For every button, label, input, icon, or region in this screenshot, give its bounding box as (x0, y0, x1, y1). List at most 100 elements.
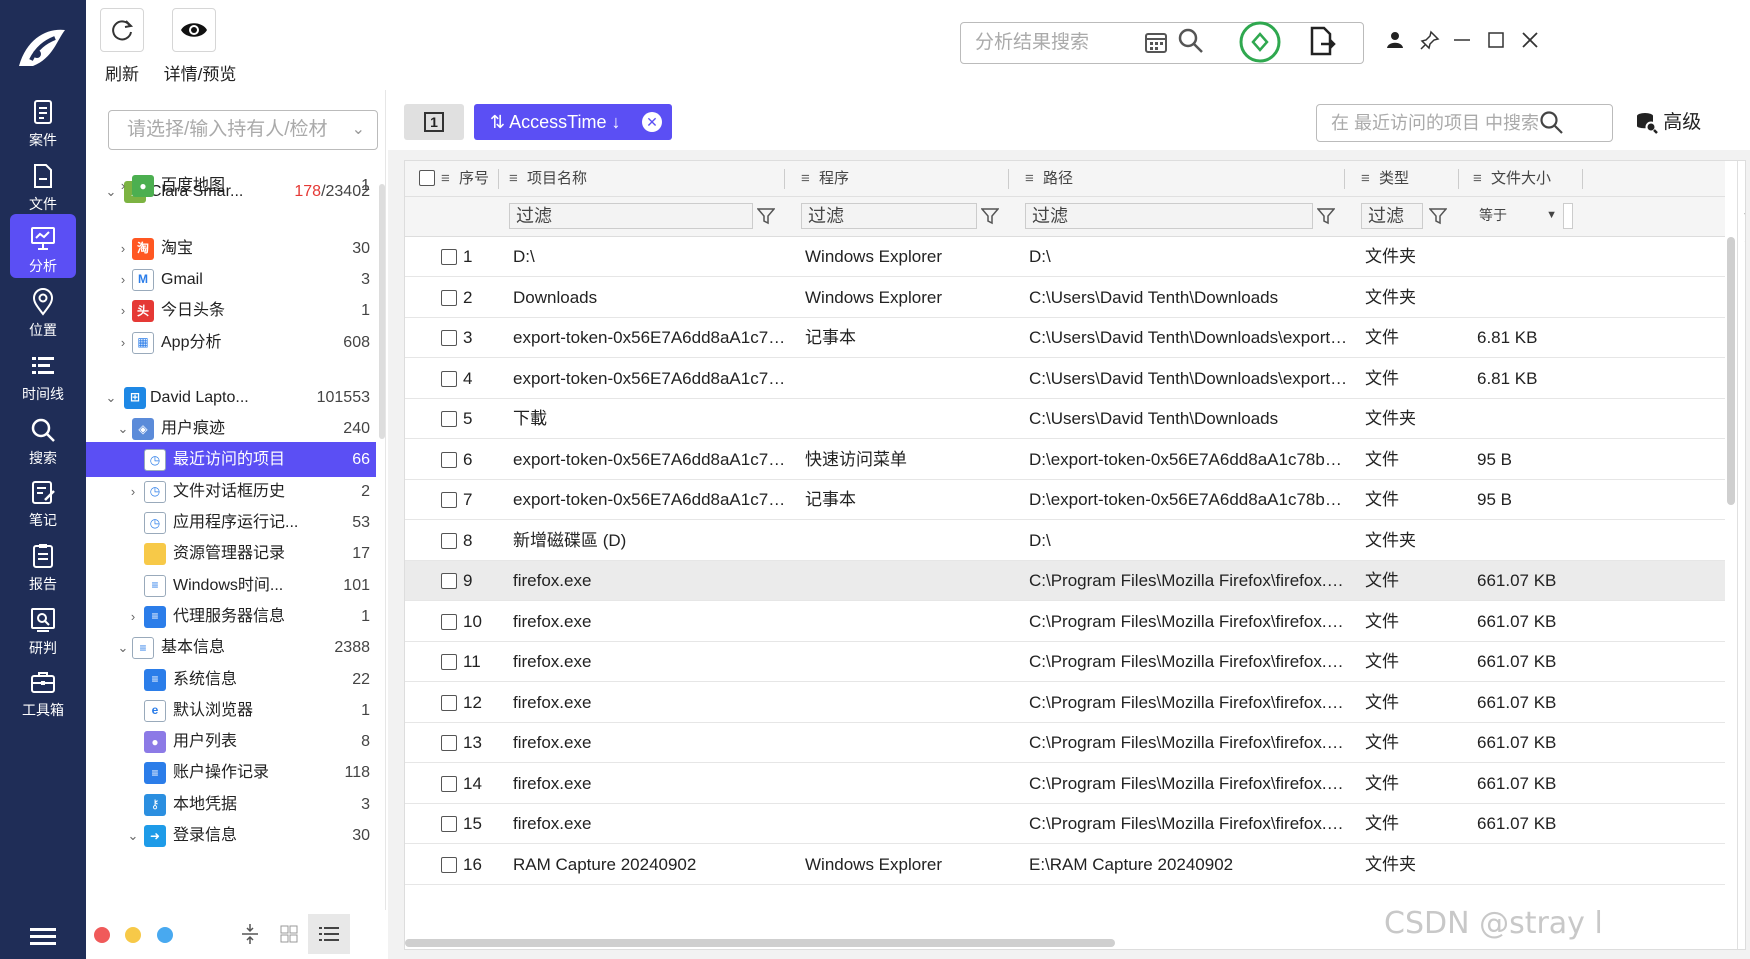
nav-item-analysis[interactable]: 分析 (10, 214, 76, 278)
grid-view-icon[interactable] (280, 925, 298, 943)
close-icon[interactable] (1522, 32, 1538, 48)
tree-item[interactable]: › 淘淘宝 30 (86, 231, 376, 266)
filter-type-input[interactable]: 过滤 (1361, 203, 1423, 229)
table-row[interactable]: 11 firefox.exe C:\Program Files\Mozilla Fi… (405, 642, 1725, 682)
table-row[interactable]: 12 firefox.exe C:\Program Files\Mozilla Fi… (405, 683, 1725, 723)
tree-item[interactable]: ⌄ ➜ 登录信息 30 (86, 818, 376, 853)
advanced-search-button[interactable]: 高级 (1636, 104, 1701, 142)
table-row[interactable]: 5 下載 C:\Users\David Tenth\Downloads 文件夹 (405, 399, 1725, 439)
tree-item[interactable]: ⚷ 本地凭据 3 (86, 787, 376, 822)
size-filter-input[interactable] (1563, 203, 1573, 229)
hamburger-menu-icon[interactable] (30, 928, 56, 946)
table-row[interactable]: 1 D:\ Windows Explorer D:\ 文件夹 (405, 237, 1725, 277)
row-checkbox[interactable] (441, 613, 457, 630)
size-filter-select[interactable]: 等于 ▼ (1473, 203, 1559, 229)
filter-icon[interactable] (757, 207, 775, 225)
row-checkbox[interactable] (441, 492, 457, 508)
horizontal-scrollbar[interactable] (405, 939, 1115, 947)
nav-item-judgement[interactable]: 研判 (10, 596, 76, 660)
nav-item-location[interactable]: 位置 (10, 278, 76, 342)
row-checkbox[interactable] (441, 249, 457, 265)
expand-arrow-icon[interactable]: ⌄ (126, 818, 140, 853)
row-checkbox[interactable] (441, 816, 457, 832)
search-icon[interactable] (1178, 28, 1204, 54)
tree-item[interactable]: › ≡ 代理服务器信息 1 (86, 599, 376, 634)
pin-icon[interactable] (1420, 30, 1440, 50)
table-row[interactable]: 16 RAM Capture 20240902 Windows Explorer E:… (405, 845, 1725, 885)
header-path[interactable]: ≡ 路径 (1025, 161, 1345, 197)
nav-item-notes[interactable]: 笔记 (10, 468, 76, 532)
export-icon[interactable] (1308, 26, 1336, 56)
nav-item-search[interactable]: 搜索 (10, 406, 76, 470)
row-checkbox[interactable] (441, 735, 457, 751)
nav-item-case[interactable]: 案件 (10, 88, 76, 152)
tree-item[interactable]: ◷ 最近访问的项目 66 (86, 442, 376, 478)
red-dot-icon[interactable] (94, 927, 110, 943)
minimize-icon[interactable] (1454, 38, 1470, 42)
collapse-arrow-icon[interactable]: › (126, 599, 140, 634)
in-list-search-input[interactable]: 在 最近访问的项目 中搜索 (1316, 104, 1613, 142)
list-view-button[interactable] (308, 914, 350, 954)
table-row[interactable]: 8 新增磁碟區 (D) D:\ 文件夹 (405, 521, 1725, 561)
shield-status-icon[interactable] (1238, 20, 1282, 64)
filter-icon[interactable] (1317, 207, 1335, 225)
filter-name-input[interactable]: 过滤 (509, 203, 753, 229)
in-list-search-icon[interactable] (1540, 111, 1564, 135)
calendar-icon[interactable] (1144, 30, 1168, 54)
row-checkbox[interactable] (441, 856, 457, 873)
header-type[interactable]: ≡ 类型 (1361, 161, 1459, 197)
header-size[interactable]: ≡ 文件大小 (1473, 161, 1583, 197)
collapse-icon[interactable] (240, 923, 260, 945)
tree-item[interactable]: › ◷ 文件对话框历史 2 (86, 474, 376, 509)
row-checkbox[interactable] (441, 451, 457, 468)
collapse-arrow-icon[interactable]: › (116, 231, 130, 266)
expand-arrow-icon[interactable]: ⌄ (116, 630, 130, 665)
row-checkbox[interactable] (441, 694, 457, 711)
table-row[interactable]: 2 Downloads Windows Explorer C:\Users\David… (405, 278, 1725, 318)
row-checkbox[interactable] (441, 573, 457, 589)
vertical-scrollbar[interactable] (1727, 237, 1735, 505)
tree-item[interactable]: › ▦ App分析 608 (86, 325, 376, 360)
table-row[interactable]: 15 firefox.exe C:\Program Files\Mozilla Fi… (405, 804, 1725, 844)
table-row[interactable]: 14 firefox.exe C:\Program Files\Mozilla Fi… (405, 764, 1725, 804)
row-checkbox[interactable] (441, 411, 457, 427)
collapse-arrow-icon[interactable]: › (116, 325, 130, 360)
tree-item[interactable]: ⌄ ◈ 用户痕迹 240 (86, 411, 376, 446)
tree-item[interactable]: e 默认浏览器 1 (86, 693, 376, 728)
row-checkbox[interactable] (441, 532, 457, 549)
tree-item[interactable]: › M Gmail 3 (86, 262, 376, 297)
filter-icon[interactable] (981, 207, 999, 225)
header-program[interactable]: ≡ 程序 (801, 161, 1009, 197)
tree-item[interactable]: › 头今日头条 1 (86, 293, 376, 328)
table-row[interactable]: 7 export-token-0x56E7A6dd8aA1c78b... 记事本 D:… (405, 480, 1725, 520)
table-row[interactable]: 9 firefox.exe C:\Program Files\Mozilla Fir… (405, 561, 1725, 601)
filter-path-input[interactable]: 过滤 (1025, 203, 1313, 229)
table-row[interactable]: 10 firefox.exe C:\Program Files\Mozilla Fi… (405, 602, 1725, 642)
tree-item[interactable]: ≡ 系统信息 22 (86, 662, 376, 697)
tree-item[interactable]: ● 用户列表 8 (86, 724, 376, 759)
tree-item[interactable]: ⌄ ≡ 基本信息 2388 (86, 630, 376, 665)
row-checkbox[interactable] (441, 775, 457, 792)
tree-scrollbar[interactable] (379, 184, 385, 439)
remove-sort-icon[interactable]: ✕ (642, 112, 662, 132)
table-row[interactable]: 6 export-token-0x56E7A6dd8aA1c78b... 快速访问菜… (405, 440, 1725, 480)
table-row[interactable]: 13 firefox.exe C:\Program Files\Mozilla Fi… (405, 723, 1725, 763)
expand-arrow-icon[interactable]: ⌄ (116, 411, 130, 446)
nav-item-file[interactable]: 文件 (10, 152, 76, 216)
table-row[interactable]: 4 export-token-0x56E7A6dd8aA1c78b... C:\Us… (405, 359, 1725, 399)
column-settings-button[interactable]: 设置列 (1737, 161, 1745, 949)
collapse-arrow-icon[interactable]: › (116, 262, 130, 297)
sort-chip[interactable]: ⇅ AccessTime ↓ ✕ (474, 104, 672, 140)
yellow-dot-icon[interactable] (125, 927, 141, 943)
tree-item[interactable]: ≡ 账户操作记录 118 (86, 755, 376, 790)
row-checkbox[interactable] (441, 330, 457, 346)
nav-item-timeline[interactable]: 时间线 (10, 342, 76, 406)
blue-dot-icon[interactable] (157, 927, 173, 943)
header-index[interactable]: ≡ 序号 (419, 161, 499, 197)
collapse-arrow-icon[interactable]: › (116, 174, 130, 203)
header-name[interactable]: ≡ 项目名称 (509, 161, 785, 197)
tree-item[interactable]: ⌄ ⊞ David Lapto... 101553 (86, 380, 376, 415)
tree-item[interactable]: ≡ Windows时间... 101 (86, 568, 376, 603)
row-checkbox[interactable] (441, 289, 457, 306)
tab-number-button[interactable]: 1 (404, 104, 464, 140)
